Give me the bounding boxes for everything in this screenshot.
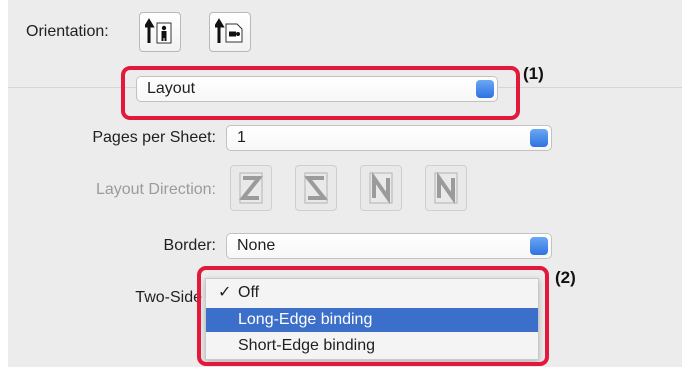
orientation-label: Orientation: [26,23,109,40]
orientation-landscape-button[interactable] [209,12,251,52]
callout-2: (2) [555,268,576,287]
layout-direction-s-icon [303,172,329,204]
layout-direction-label: Layout Direction: [95,181,216,198]
layout-direction-n-icon [434,171,458,205]
landscape-icon [215,18,243,43]
pages-per-sheet-label: Pages per Sheet: [92,129,216,146]
pages-per-sheet-select[interactable]: 1 [226,125,552,151]
layout-direction-s-button [295,165,337,211]
portrait-icon [145,18,172,44]
two-sided-label: Two-Side [135,289,202,306]
pages-per-sheet-value: 1 [237,129,246,146]
orientation-portrait-button[interactable] [139,12,181,52]
select-stepper-icon [530,129,548,147]
layout-direction-n-button [425,165,467,211]
highlight-box-2 [197,266,549,366]
highlight-box-1 [121,66,520,120]
select-stepper-icon [530,237,548,255]
border-label: Border: [163,237,216,254]
layout-direction-n-reverse-icon [369,171,393,205]
layout-direction-n-reverse-button [360,165,402,211]
border-select[interactable]: None [226,233,552,259]
border-value: None [237,237,276,254]
layout-direction-z-icon [238,172,264,204]
layout-direction-z-button [230,165,272,211]
callout-1: (1) [523,64,544,83]
